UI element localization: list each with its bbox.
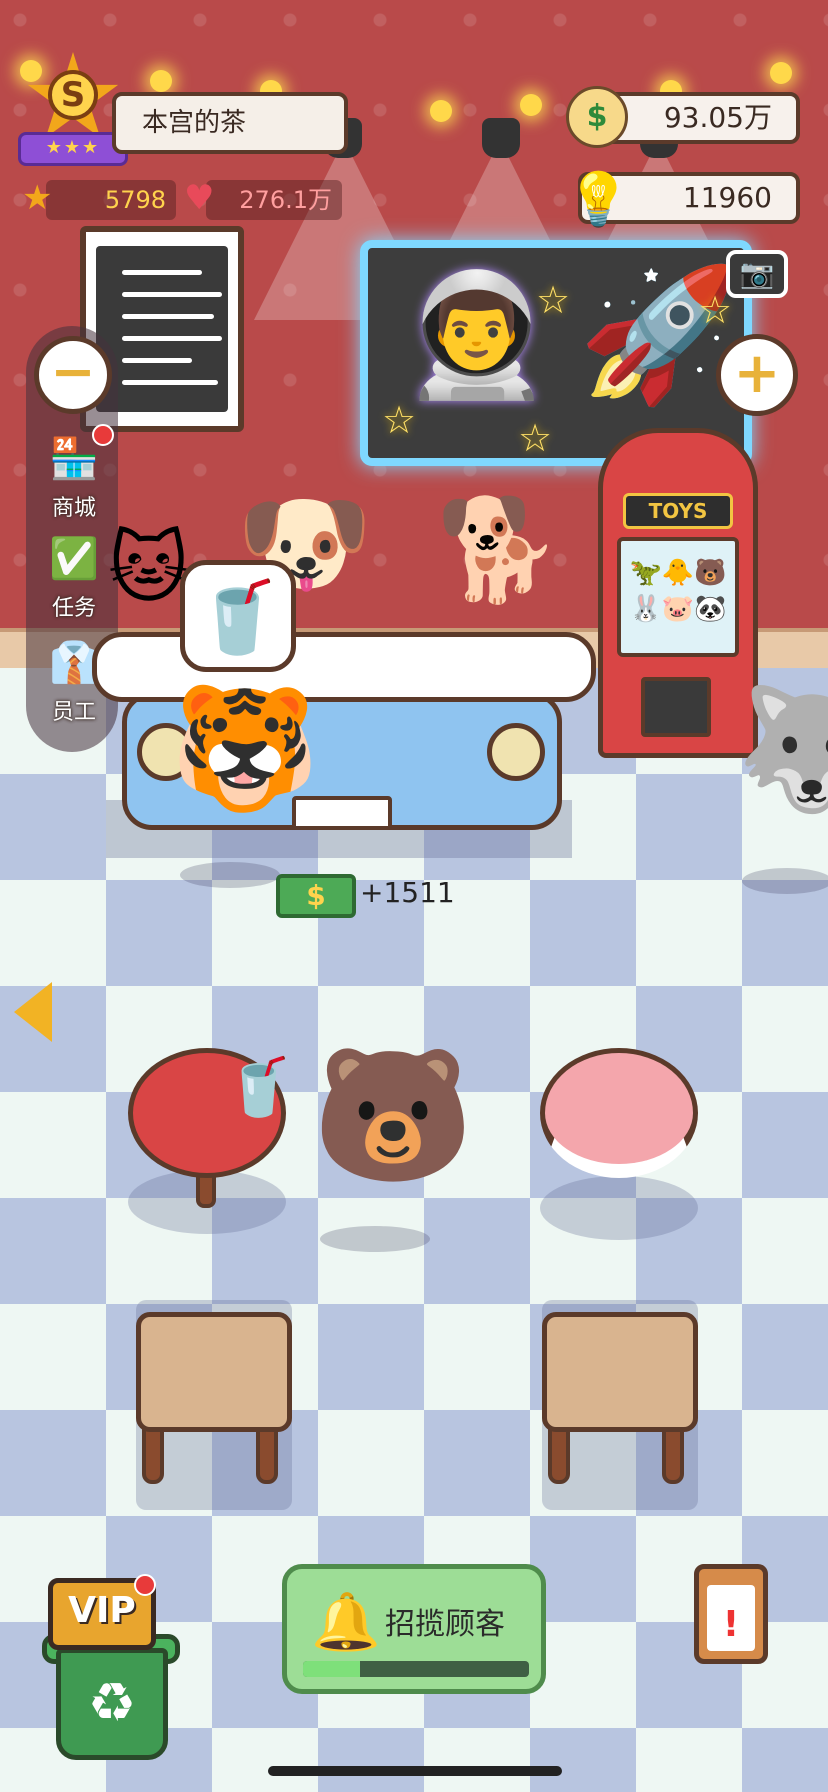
rocket-icon: 🚀 xyxy=(578,258,740,410)
bell-icon: 🔔 xyxy=(311,1590,381,1655)
popularity-count: 276.1万 xyxy=(206,180,342,220)
claw-machine-door xyxy=(641,677,711,737)
game-scene: 👨‍🚀 🚀 ☆ ☆ ☆ ☆ 📷 S ★★★ 本宫的茶 5798 ★ 276.1万… xyxy=(0,0,828,1792)
staff-label: 员工 xyxy=(51,700,96,725)
round-table-pink[interactable] xyxy=(540,1048,698,1178)
zoom-out-button[interactable]: − xyxy=(34,336,112,414)
recruit-customers-button[interactable]: 🔔 招揽顾客 xyxy=(282,1564,546,1694)
recruit-progress-fill xyxy=(303,1661,360,1677)
star-icon: ★ xyxy=(22,178,53,218)
recruit-label: 招揽顾客 xyxy=(385,1607,505,1642)
customer-husky[interactable]: 🐺 xyxy=(736,690,828,810)
star-icon: ☆ xyxy=(518,416,553,460)
notification-dot xyxy=(134,1574,156,1596)
recycle-icon: ♻ xyxy=(56,1648,168,1760)
star-icon: ☆ xyxy=(536,278,571,322)
square-table-left[interactable] xyxy=(136,1312,292,1432)
square-table-right[interactable] xyxy=(542,1312,698,1432)
zoom-in-button[interactable]: + xyxy=(716,334,798,416)
recruit-progress-bar xyxy=(303,1661,529,1677)
spotlight xyxy=(482,118,520,158)
shop-label: 商城 xyxy=(51,496,96,521)
customer-tiger[interactable]: 🐯 xyxy=(170,690,319,810)
home-indicator[interactable] xyxy=(268,1766,562,1776)
character-shadow xyxy=(742,868,828,894)
drink-icon: 🥤 xyxy=(194,576,282,658)
table-shadow xyxy=(540,1176,698,1240)
lightbulb-icon: 💡 xyxy=(566,170,631,230)
plush-toys: 🦖🐥🐻 🐰🐷🐼 xyxy=(617,537,739,657)
bear-waiter[interactable]: 🐻 xyxy=(312,1050,474,1180)
income-popup: +1511 xyxy=(360,876,455,909)
cash-icon: $ xyxy=(566,86,628,148)
star-count: 5798 xyxy=(46,180,176,220)
alert-icon: ! xyxy=(707,1585,755,1651)
claw-machine[interactable]: TOYS 🦖🐥🐻 🐰🐷🐼 xyxy=(598,428,758,758)
clipboard-alert-button[interactable]: ! xyxy=(694,1564,768,1664)
star-icon: ☆ xyxy=(382,398,417,442)
order-counter[interactable] xyxy=(92,632,596,702)
staff-schnauzer[interactable]: 🐕 xyxy=(436,500,561,600)
shop-name[interactable]: 本宫的茶 xyxy=(112,92,348,154)
lucky-cat-decoration: 🐱 xyxy=(108,524,190,614)
rank-letter: S xyxy=(48,70,98,120)
star-icon: ☆ xyxy=(698,288,733,332)
vip-button[interactable]: ♻ VIP xyxy=(42,1574,180,1764)
toys-sign: TOYS xyxy=(623,493,733,529)
astronaut-icon: 👨‍🚀 xyxy=(402,266,552,405)
task-icon: ✅ xyxy=(49,536,99,582)
dirty-cup-icon: 🥤 xyxy=(224,1055,294,1120)
character-shadow xyxy=(180,862,280,888)
notification-dot xyxy=(92,424,114,446)
cash-icon: $ xyxy=(276,874,356,918)
order-bubble[interactable]: 🥤 xyxy=(180,560,296,672)
shop-button[interactable]: 🏪 商城 xyxy=(36,424,114,522)
heart-fan-icon: ♥ xyxy=(184,178,215,218)
character-shadow xyxy=(320,1226,430,1252)
camera-icon[interactable]: 📷 xyxy=(726,250,788,298)
task-button[interactable]: ✅ 任务 xyxy=(36,530,112,622)
task-label: 任务 xyxy=(51,596,96,621)
